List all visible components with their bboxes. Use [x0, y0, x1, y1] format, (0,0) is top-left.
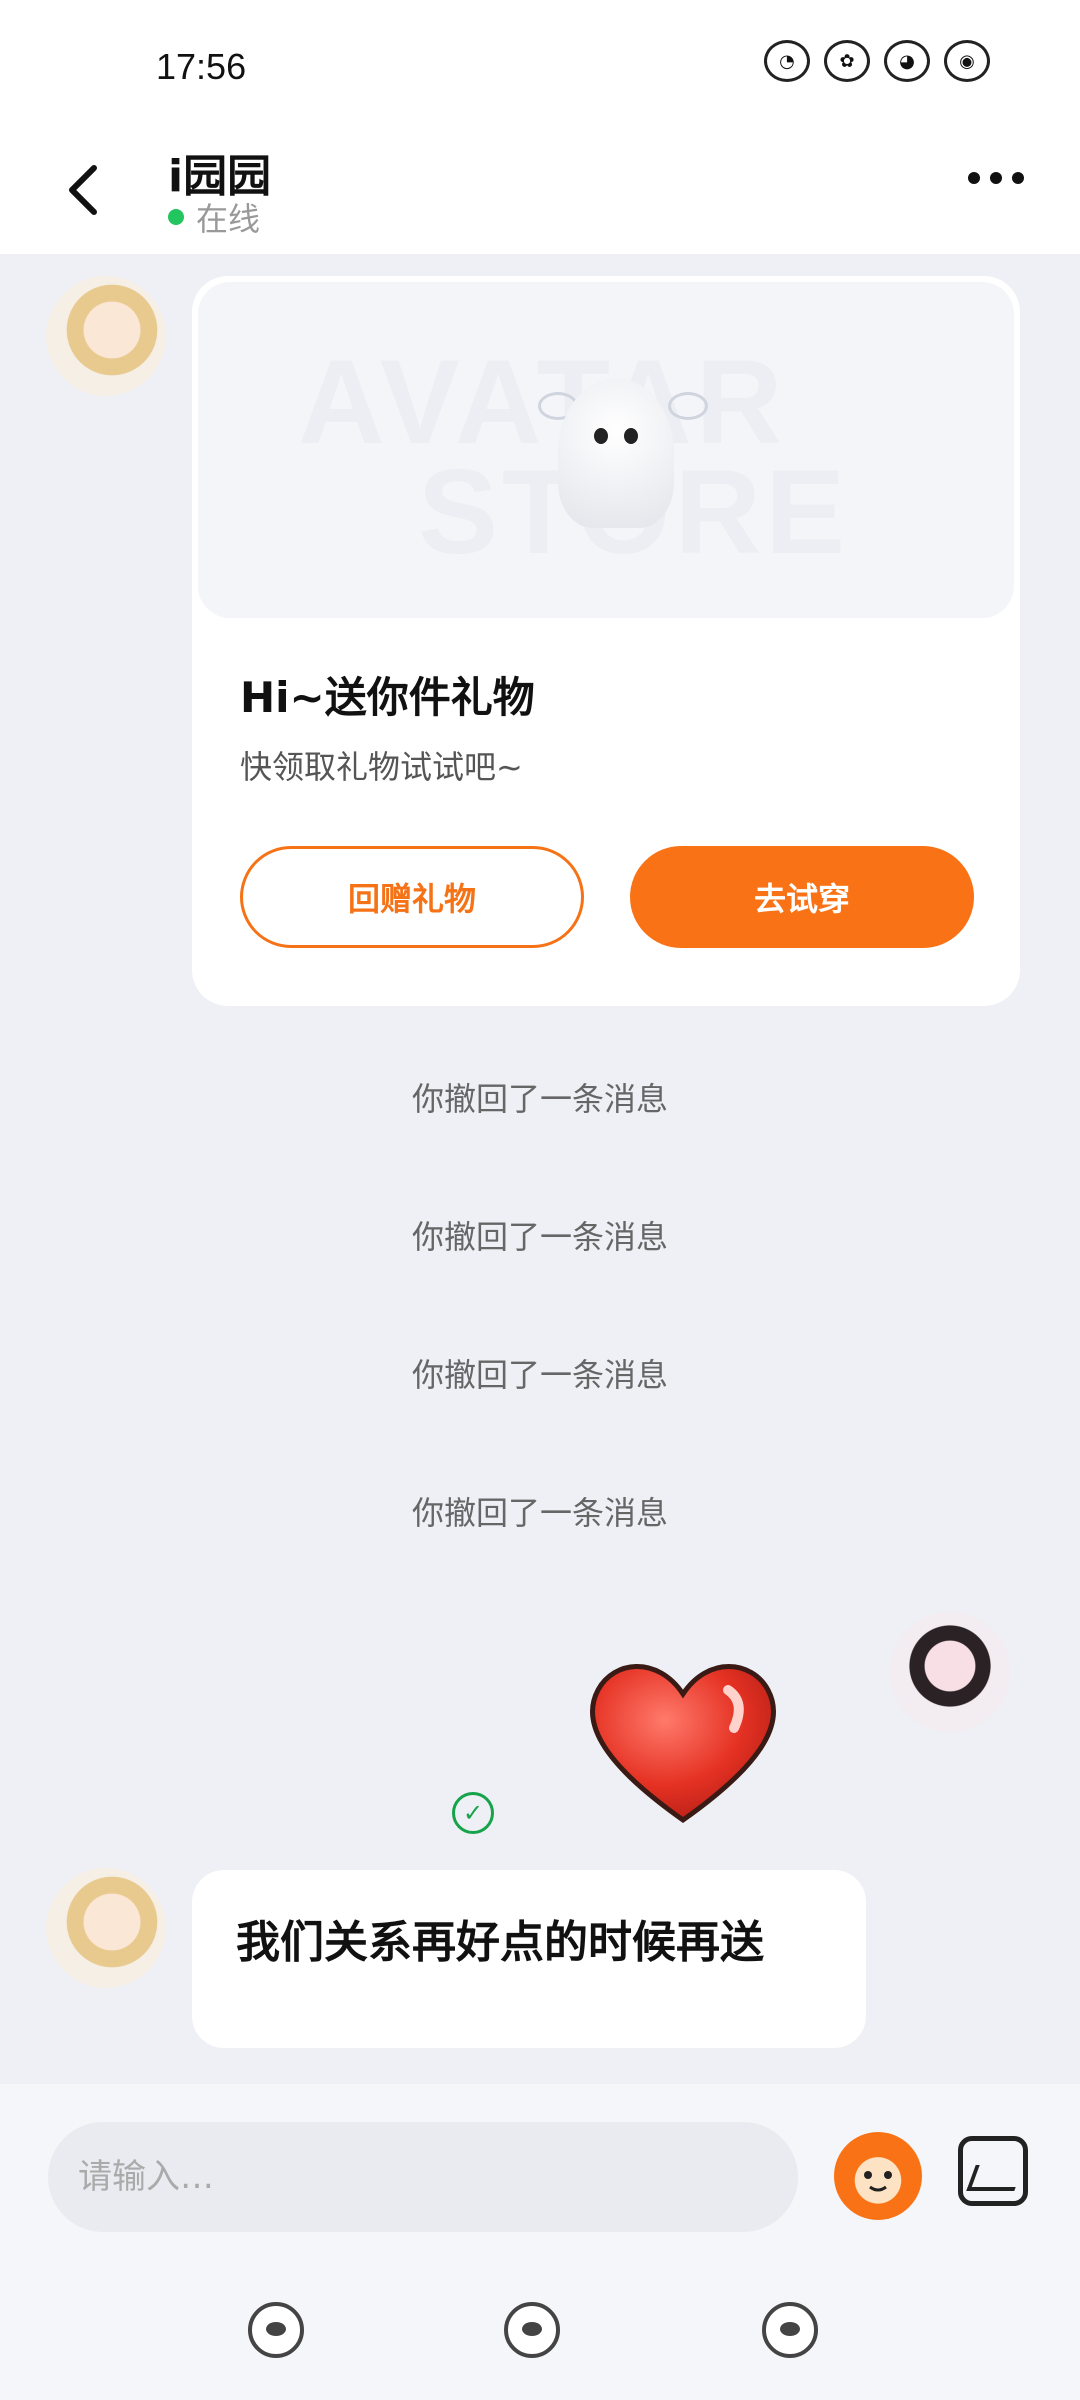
- notification-icon: ◉: [944, 40, 990, 82]
- message-input[interactable]: [48, 2122, 798, 2232]
- more-options-button[interactable]: [968, 172, 1024, 184]
- sticker-mascot-button[interactable]: [834, 2132, 922, 2220]
- gift-subtitle: 快领取礼物试试吧~: [240, 748, 523, 786]
- online-dot-icon: [168, 209, 184, 225]
- return-gift-button[interactable]: 回赠礼物: [240, 846, 584, 948]
- nav-penguin-icon[interactable]: [248, 2302, 304, 2358]
- chat-header: i园园 在线: [0, 130, 1080, 254]
- peer-avatar[interactable]: [46, 276, 166, 396]
- heart-icon: [589, 1664, 777, 1824]
- self-avatar[interactable]: [890, 1612, 1010, 1732]
- heart-sticker[interactable]: [578, 1650, 788, 1830]
- more-dot-icon: [968, 172, 980, 184]
- more-dot-icon: [990, 172, 1002, 184]
- peer-avatar[interactable]: [46, 1868, 166, 1988]
- recalled-message: 你撤回了一条消息: [411, 1356, 668, 1394]
- nav-penguin-icon[interactable]: [762, 2302, 818, 2358]
- status-bar: 17:56 ◔ ✿ ◕ ◉: [0, 0, 1080, 130]
- recalled-message: 你撤回了一条消息: [411, 1080, 668, 1118]
- wing-icon: [668, 392, 708, 420]
- online-status: 在线: [168, 194, 260, 240]
- notification-icon: ◔: [764, 40, 810, 82]
- message-text: 我们关系再好点的时候再送: [236, 1917, 764, 1968]
- status-icons: ◔ ✿ ◕ ◉: [764, 40, 990, 82]
- image-picker-button[interactable]: [958, 2136, 1028, 2206]
- back-button[interactable]: [54, 150, 124, 230]
- gift-banner-image: AVATAR STORE: [198, 282, 1014, 618]
- sent-check-icon: ✓: [452, 1792, 494, 1834]
- chevron-left-icon: [69, 165, 97, 215]
- try-on-button[interactable]: 去试穿: [630, 846, 974, 948]
- status-time: 17:56: [156, 46, 247, 87]
- bottom-navigation: [0, 2280, 1080, 2400]
- ghost-gift-icon: [558, 378, 674, 528]
- recalled-message: 你撤回了一条消息: [411, 1494, 668, 1532]
- more-dot-icon: [1012, 172, 1024, 184]
- peer-message-bubble[interactable]: 我们关系再好点的时候再送: [192, 1870, 866, 2048]
- gift-title: Hi~送你件礼物: [240, 673, 535, 722]
- mascot-face-icon: [864, 2171, 892, 2192]
- online-status-label: 在线: [196, 200, 261, 238]
- nav-penguin-icon[interactable]: [504, 2302, 560, 2358]
- gift-card: AVATAR STORE Hi~送你件礼物 快领取礼物试试吧~ 回赠礼物 去试穿: [192, 276, 1020, 1006]
- notification-icon: ✿: [824, 40, 870, 82]
- notification-icon: ◕: [884, 40, 930, 82]
- recalled-message: 你撤回了一条消息: [411, 1218, 668, 1256]
